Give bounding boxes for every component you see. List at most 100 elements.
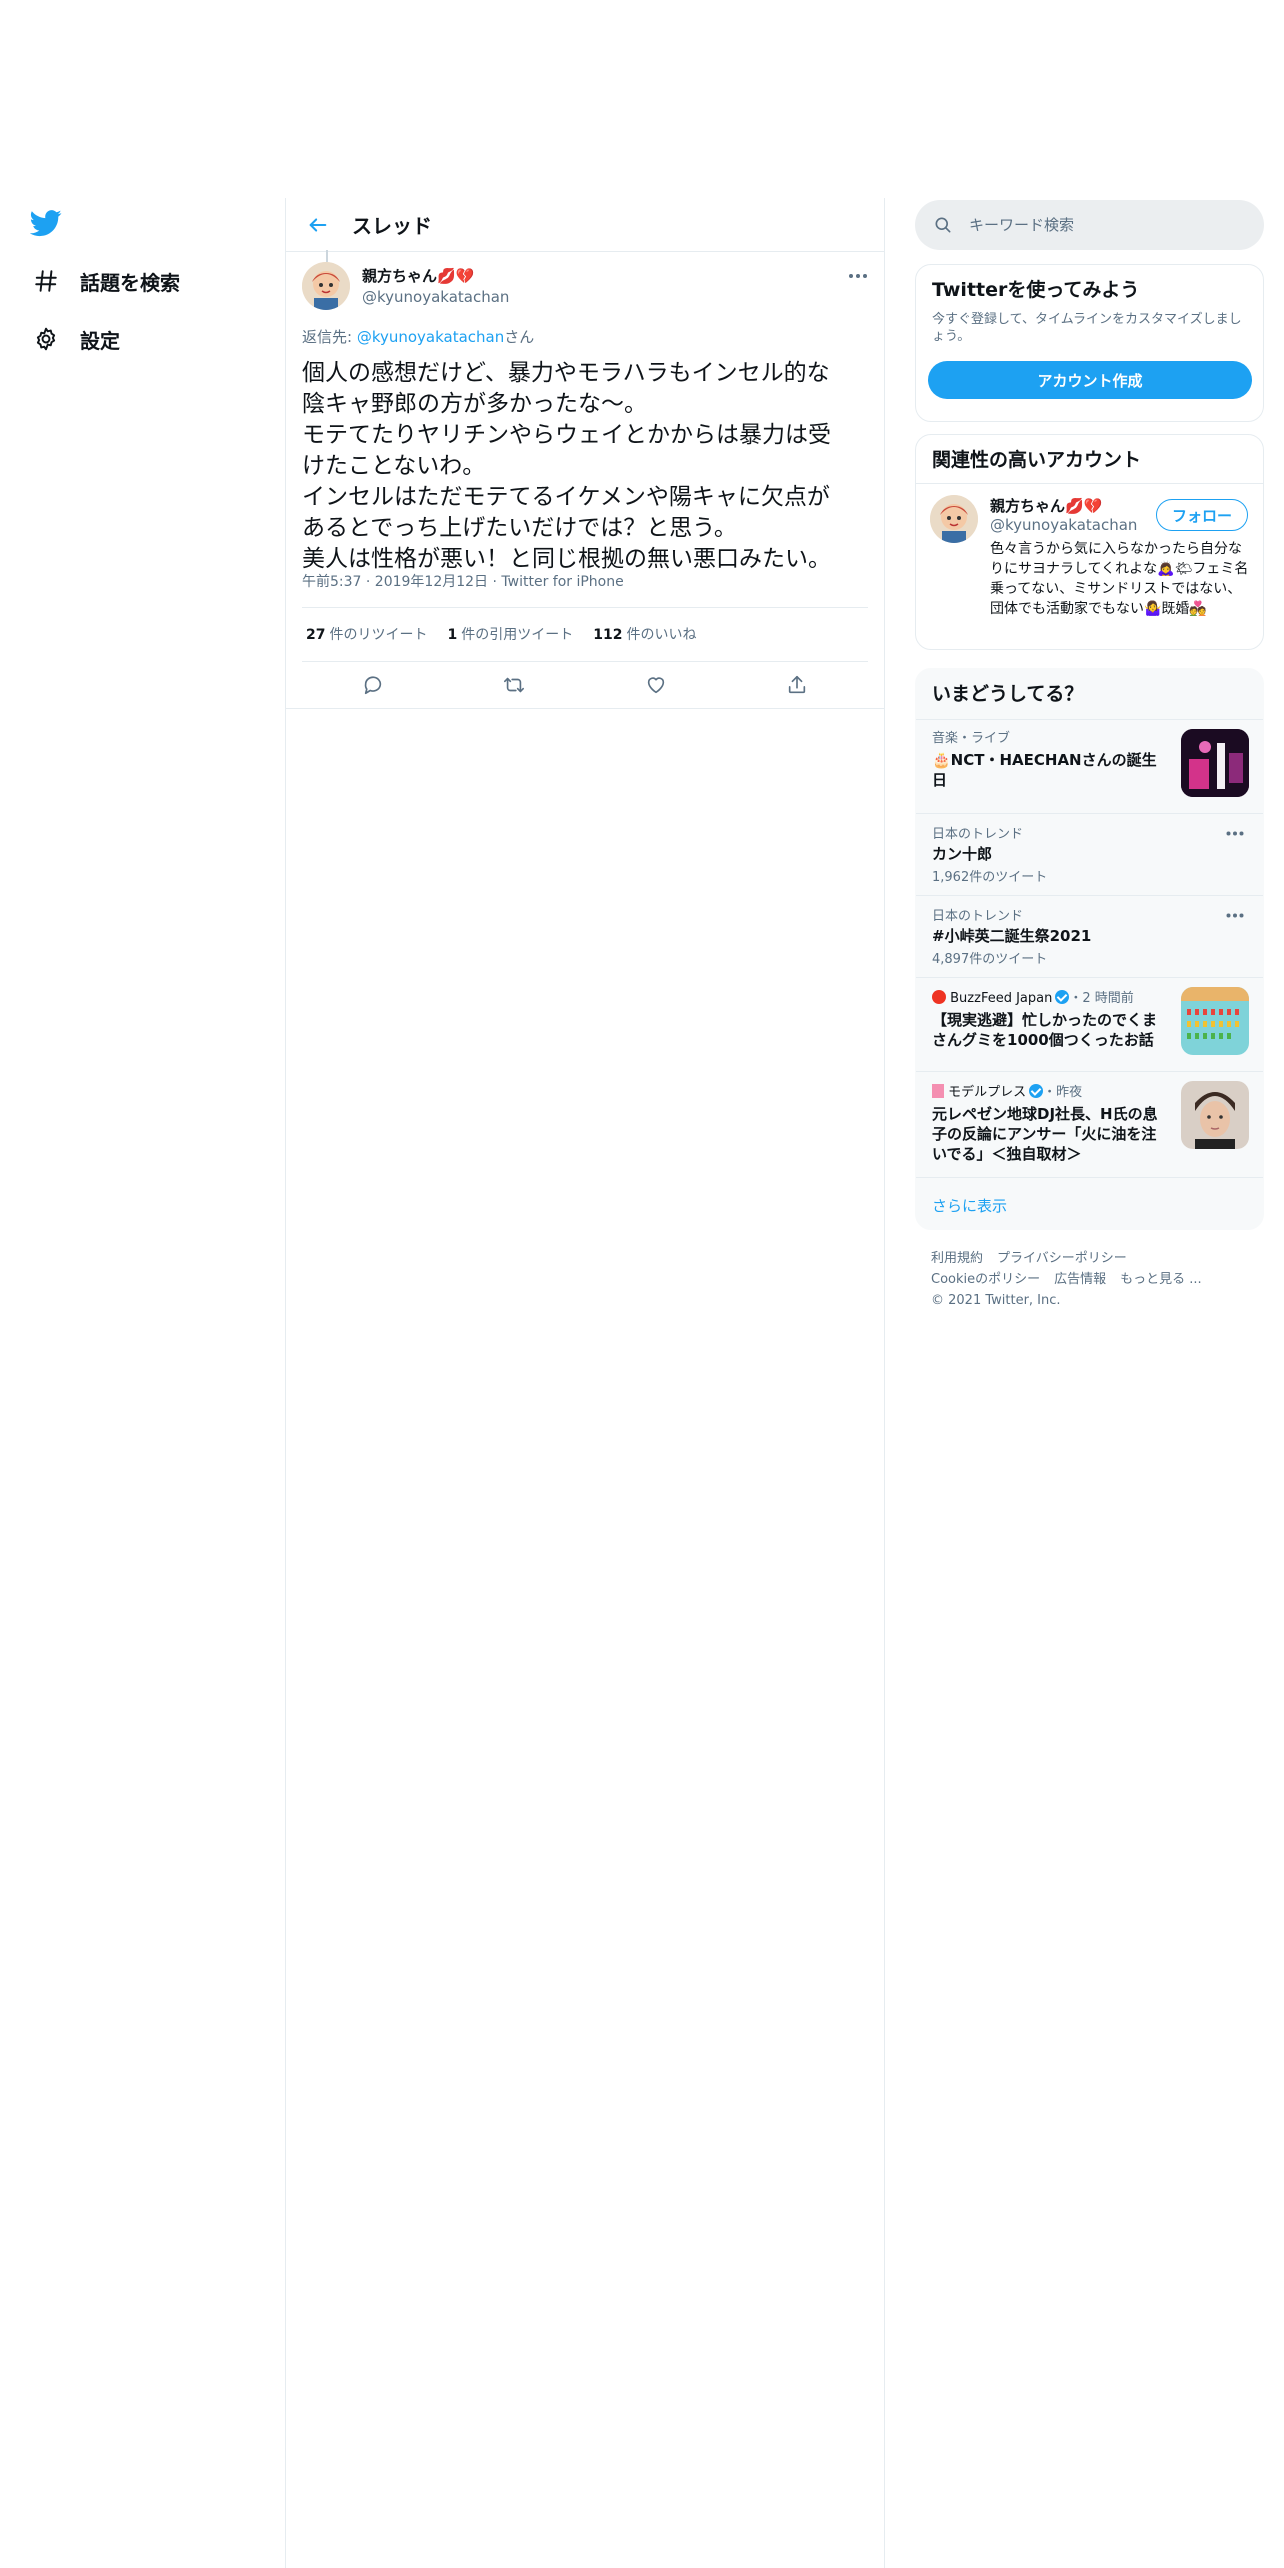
signup-card: Twitterを使ってみよう 今すぐ登録して、タイムラインをカスタマイズしましょ… <box>915 264 1264 422</box>
footer-links: 利用規約 プライバシーポリシー Cookieのポリシー 広告情報 もっと見る ... … <box>931 1248 1251 1311</box>
news-title: 【現実逃避】忙しかったのでくまさんグミを1000個つくったお話 <box>932 1011 1158 1049</box>
trend-title: 🎂NCT・HAECHANさんの誕生日 <box>932 751 1157 789</box>
heart-icon <box>647 677 664 694</box>
reply-prefix: 返信先: <box>302 328 357 346</box>
more-link[interactable]: もっと見る ... <box>1120 1272 1202 1287</box>
search-icon <box>935 217 951 233</box>
news-item[interactable]: モデルプレス ・昨夜 元レペゼン地球DJ社長、H氏の息子の反論にアンサー「火に油を… <box>916 1081 1263 1171</box>
tweet-display-name[interactable]: 親方ちゃん💋💔 <box>362 265 509 286</box>
retweet-button[interactable] <box>494 665 534 705</box>
retweets-stat[interactable]: 27 件のリツイート <box>306 624 427 644</box>
verified-badge-icon <box>1029 1084 1044 1098</box>
news-time: ・2 時間前 <box>1069 991 1134 1006</box>
ads-link[interactable]: 広告情報 <box>1054 1272 1106 1287</box>
create-account-button[interactable]: アカウント作成 <box>928 361 1252 399</box>
show-more-link[interactable]: さらに表示 <box>932 1195 1007 1216</box>
tweet-handle[interactable]: @kyunoyakatachan <box>362 288 509 306</box>
tweet-text: 個人の感想だけど、暴力やモラハラもインセル的な 陰キャ野郎の方が多かったな〜。 … <box>302 360 831 572</box>
privacy-link[interactable]: プライバシーポリシー <box>997 1251 1127 1266</box>
nav-explore[interactable]: 話題を検索 <box>30 261 180 301</box>
news-thumbnail <box>1181 1081 1249 1149</box>
thread-connector-line <box>326 250 328 262</box>
back-arrow-icon <box>309 217 327 232</box>
reply-icon <box>364 676 381 695</box>
copyright: © 2021 Twitter, Inc. <box>931 1293 1061 1308</box>
search-input[interactable] <box>969 216 1229 234</box>
share-icon <box>789 675 806 694</box>
divider <box>916 977 1263 978</box>
divider <box>302 607 868 608</box>
quotes-stat[interactable]: 1 件の引用ツイート <box>447 624 573 644</box>
reply-suffix: さん <box>504 328 535 346</box>
related-avatar[interactable] <box>930 495 978 543</box>
trend-item[interactable]: 日本のトレンド #小峠英二誕生祭2021 4,897件のツイート <box>916 905 1263 971</box>
reply-handle-link[interactable]: @kyunoyakatachan <box>357 328 504 346</box>
page-title: スレッド <box>352 214 432 238</box>
news-title: 元レペゼン地球DJ社長、H氏の息子の反論にアンサー「火に油を注いでる」＜独自取材… <box>932 1105 1158 1163</box>
terms-link[interactable]: 利用規約 <box>931 1251 983 1266</box>
tweet-avatar[interactable] <box>302 262 350 310</box>
more-dots-icon <box>1226 913 1244 917</box>
related-name[interactable]: 親方ちゃん💋💔 <box>990 495 1102 516</box>
retweet-icon <box>504 677 525 693</box>
nav-settings-label: 設定 <box>80 328 120 353</box>
gear-icon <box>30 323 62 355</box>
trend-category: 日本のトレンド <box>932 909 1024 924</box>
divider <box>916 1177 1263 1178</box>
search-box[interactable] <box>915 200 1264 250</box>
trends-title: いまどうしてる？ <box>932 683 1084 705</box>
divider <box>916 895 1263 896</box>
buzzfeed-logo-icon <box>932 990 946 1004</box>
related-handle[interactable]: @kyunoyakatachan <box>990 516 1137 534</box>
cookie-link[interactable]: Cookieのポリシー <box>931 1272 1040 1287</box>
news-source: BuzzFeed Japan <box>950 991 1053 1006</box>
follow-button[interactable]: フォロー <box>1156 499 1248 531</box>
hashtag-icon <box>30 265 62 297</box>
divider <box>916 483 1263 484</box>
trend-title: カン十郎 <box>932 845 993 863</box>
related-title: 関連性の高いアカウント <box>932 449 1142 471</box>
tweet-author[interactable]: 親方ちゃん💋💔 @kyunoyakatachan <box>362 265 509 306</box>
signup-desc: 今すぐ登録して、タイムラインをカスタマイズしましょう。 <box>932 312 1242 344</box>
divider <box>916 1071 1263 1072</box>
more-dots-icon <box>849 274 867 278</box>
related-accounts-card: 関連性の高いアカウント 親方ちゃん💋💔 @kyunoyakatachan フォロ… <box>915 434 1264 650</box>
trend-more-button[interactable] <box>1221 823 1249 843</box>
nav-settings[interactable]: 設定 <box>30 319 120 359</box>
tweet-more-button[interactable] <box>844 266 872 286</box>
column-divider-left <box>285 198 286 2568</box>
trend-title: #小峠英二誕生祭2021 <box>932 927 1092 945</box>
back-button[interactable] <box>298 205 338 245</box>
news-source: モデルプレス <box>948 1085 1027 1100</box>
reply-to-line: 返信先: @kyunoyakatachanさん <box>302 326 534 347</box>
likes-stat[interactable]: 112 件のいいね <box>593 624 696 644</box>
divider <box>286 708 884 709</box>
trend-count: 4,897件のツイート <box>932 952 1048 967</box>
divider <box>916 813 1263 814</box>
trend-more-button[interactable] <box>1221 905 1249 925</box>
trend-item[interactable]: 音楽・ライブ 🎂NCT・HAECHANさんの誕生日 <box>916 727 1263 811</box>
more-dots-icon <box>1226 831 1244 835</box>
verified-badge-icon <box>1055 990 1070 1004</box>
news-item[interactable]: BuzzFeed Japan ・2 時間前 【現実逃避】忙しかったのでくまさんグミ… <box>916 987 1263 1067</box>
thread-header: スレッド <box>286 198 884 252</box>
related-bio: 色々言うから気に入らなかったら自分なりにサヨナラしてくれよな🙇‍♀️🌤フェミ名乗… <box>990 541 1249 617</box>
share-button[interactable] <box>777 665 817 705</box>
reply-button[interactable] <box>353 665 393 705</box>
tweet-timestamp[interactable]: 午前5:37 · 2019年12月12日 · Twitter for iPhon… <box>302 571 624 591</box>
trend-item[interactable]: 日本のトレンド カン十郎 1,962件のツイート <box>916 823 1263 889</box>
trends-card: いまどうしてる？ 音楽・ライブ 🎂NCT・HAECHANさんの誕生日 日本のトレ… <box>915 668 1264 1230</box>
signup-title: Twitterを使ってみよう <box>932 279 1140 301</box>
tweet-actions <box>302 665 868 705</box>
nav-explore-label: 話題を検索 <box>80 270 180 295</box>
news-time: ・昨夜 <box>1043 1085 1083 1100</box>
news-thumbnail <box>1181 987 1249 1055</box>
trend-thumbnail <box>1181 729 1249 797</box>
tweet-stats: 27 件のリツイート 1 件の引用ツイート 112 件のいいね <box>306 624 696 644</box>
trend-category: 日本のトレンド <box>932 827 1024 842</box>
twitter-logo-icon[interactable] <box>29 207 62 239</box>
modelpress-logo-icon <box>932 1084 944 1098</box>
like-button[interactable] <box>636 665 676 705</box>
divider <box>302 661 868 662</box>
trend-count: 1,962件のツイート <box>932 870 1048 885</box>
